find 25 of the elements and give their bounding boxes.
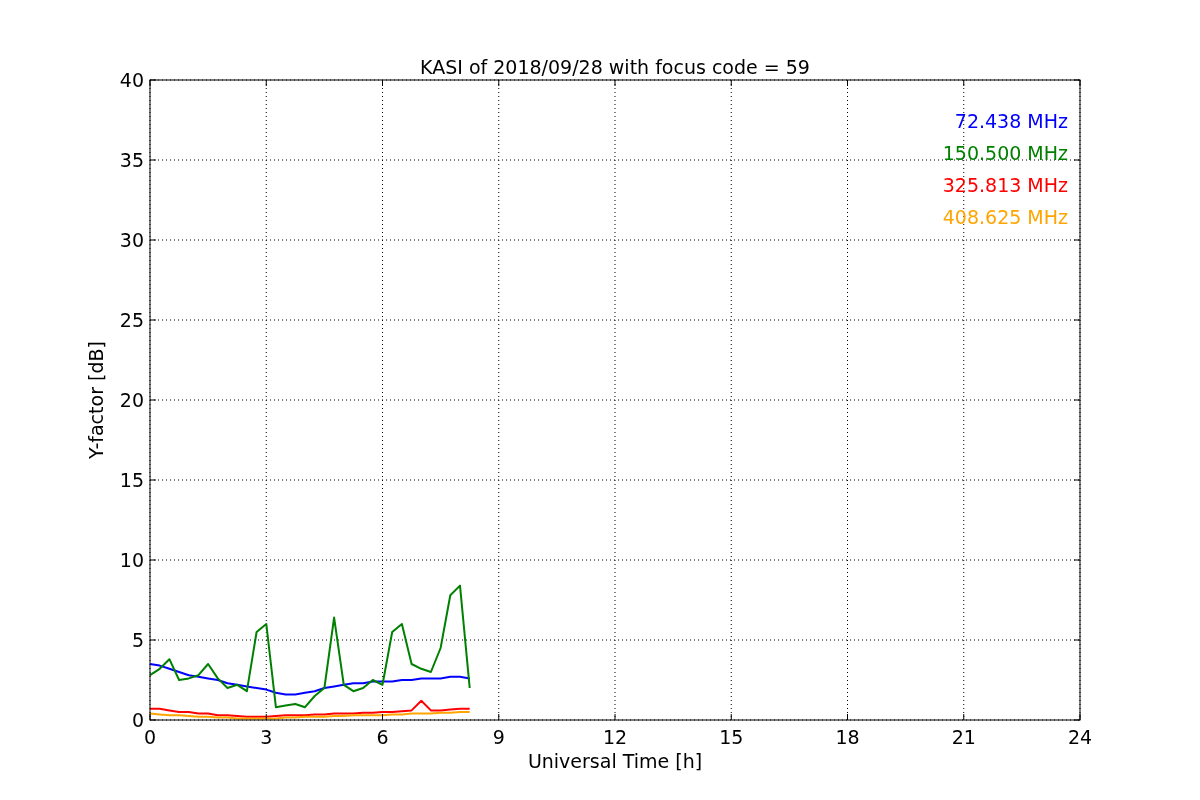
- legend-label: 72.438 MHz: [954, 110, 1068, 132]
- y-tick-label: 5: [131, 629, 144, 651]
- x-tick-label: 15: [719, 726, 744, 748]
- y-axis-label: Y-factor [dB]: [85, 341, 107, 459]
- legend-label: 150.500 MHz: [942, 142, 1068, 164]
- y-tick-label: 20: [119, 389, 144, 411]
- x-tick-label: 21: [951, 726, 976, 748]
- y-tick-label: 25: [119, 309, 144, 331]
- y-tick-label: 40: [119, 69, 144, 91]
- y-tick-label: 35: [119, 149, 144, 171]
- x-tick-label: 6: [376, 726, 389, 748]
- x-tick-label: 24: [1067, 726, 1093, 748]
- x-tick-label: 18: [835, 726, 860, 748]
- x-tick-label: 0: [143, 726, 157, 748]
- chart-title: KASI of 2018/09/28 with focus code = 59: [420, 56, 810, 78]
- y-tick-label: 10: [119, 549, 144, 571]
- legend-label: 325.813 MHz: [942, 174, 1068, 196]
- x-axis-label: Universal Time [h]: [527, 750, 703, 772]
- y-tick-label: 30: [119, 229, 144, 251]
- x-tick-label: 12: [602, 726, 628, 748]
- y-tick-label: 15: [119, 469, 144, 491]
- legend-label: 408.625 MHz: [942, 206, 1068, 228]
- x-tick-label: 9: [492, 726, 505, 748]
- y-tick-label: 0: [131, 709, 144, 731]
- x-tick-label: 3: [260, 726, 273, 748]
